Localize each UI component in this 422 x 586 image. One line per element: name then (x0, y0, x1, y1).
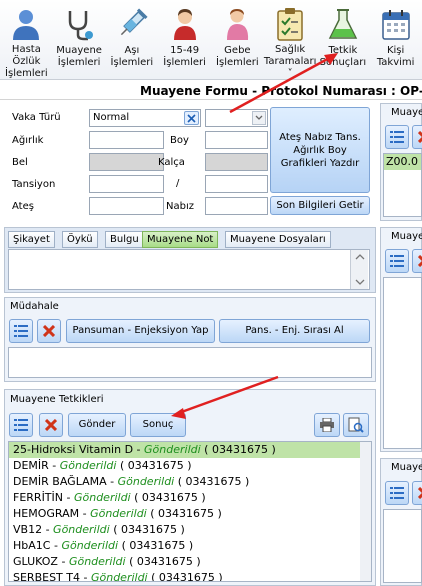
kalca-label: Kalça (158, 157, 185, 168)
mudahale-title: Müdahale (10, 301, 59, 312)
toolbar-gebe[interactable]: Gebe İşlemleri (211, 0, 264, 80)
right-delete-button-3[interactable] (412, 481, 422, 505)
scrollbar[interactable] (350, 250, 368, 289)
right-list-button-1[interactable] (385, 125, 409, 149)
toolbar-muayene[interactable]: Muayene İşlemleri (53, 0, 106, 80)
person-icon (8, 6, 44, 41)
print-charts-button[interactable]: Ateş Nabız Tans. Ağırlık Boy Grafikleri … (270, 107, 370, 193)
boy-input[interactable] (205, 131, 268, 149)
tab-sikayet[interactable]: Şikayet (8, 231, 55, 248)
right-panel-2-title: Muaye (391, 231, 422, 242)
delete-icon (418, 487, 422, 499)
print-button[interactable] (314, 413, 340, 437)
pregnant-woman-icon (219, 6, 255, 42)
table-row[interactable]: 25-Hidroksi Vitamin D - Gönderildi ( 034… (9, 442, 371, 458)
tansiyon-label: Tansiyon (12, 179, 56, 190)
tab-oyku[interactable]: Öykü (62, 231, 98, 248)
right-delete-button-1[interactable] (412, 125, 422, 149)
clear-icon[interactable] (184, 111, 199, 125)
tansiyon-systolic-input[interactable] (89, 175, 164, 193)
right-list-button-2[interactable] (385, 249, 409, 273)
ates-label: Ateş (12, 201, 34, 212)
woman-icon (167, 6, 203, 42)
agirlik-input[interactable] (89, 131, 164, 149)
pansuman-button[interactable]: Pansuman - Enjeksiyon Yap (66, 319, 215, 343)
delete-icon (418, 131, 422, 143)
page-title: Muayene Formu - Protokol Numarası : OP-3… (0, 82, 422, 100)
calendar-icon (378, 6, 414, 42)
stethoscope-icon (61, 6, 97, 42)
tansiyon-diastolic-input[interactable] (205, 175, 268, 193)
ates-input[interactable] (89, 197, 164, 215)
list-button[interactable] (9, 319, 33, 343)
flask-icon (325, 6, 361, 42)
list-item[interactable]: Z00.0 (384, 154, 421, 170)
right-list-3[interactable] (383, 509, 422, 583)
muayene-not-textarea[interactable] (8, 249, 370, 290)
syringe-icon (114, 6, 150, 42)
delete-icon (45, 419, 57, 431)
nabiz-label: Nabız (166, 201, 194, 212)
toolbar-saglik-taramalari[interactable]: Sağlık Taramaları ˅ (264, 0, 317, 80)
delete-icon (418, 255, 422, 267)
bel-input[interactable] (89, 153, 164, 171)
tab-bulgu[interactable]: Bulgu (105, 231, 144, 248)
kalca-input[interactable] (205, 153, 268, 171)
bel-label: Bel (12, 157, 28, 168)
sonuc-button[interactable]: Sonuç (130, 413, 186, 437)
print-preview-icon (348, 417, 364, 433)
tetkik-delete-button[interactable] (39, 413, 63, 437)
chevron-down-icon[interactable] (252, 111, 266, 125)
right-panel-1-title: Muaye (391, 107, 422, 118)
last-info-button[interactable]: Son Bilgileri Getir (270, 196, 370, 215)
right-panel-3-title: Muaye (391, 462, 422, 473)
agirlik-label: Ağırlık (12, 135, 44, 146)
vaka-turu-label: Vaka Türü (12, 112, 61, 123)
toolbar-hasta-ozluk[interactable]: Hasta Özlük İşlemleri (0, 0, 53, 80)
tab-muayene-dosyalari[interactable]: Muayene Dosyaları (225, 231, 331, 248)
nabiz-input[interactable] (205, 197, 268, 215)
pans-sira-button[interactable]: Pans. - Enj. Sırası Al (219, 319, 370, 343)
boy-label: Boy (170, 135, 189, 146)
table-row[interactable]: VB12 - Gönderildi ( 03431675 ) (9, 522, 371, 538)
list-icon (390, 131, 404, 143)
right-delete-button-2[interactable] (412, 249, 422, 273)
tab-muayene-not[interactable]: Muayene Not (142, 231, 219, 248)
tetkik-list-button[interactable] (9, 413, 33, 437)
tetkik-scrollbar[interactable] (360, 442, 371, 581)
main-toolbar: Hasta Özlük İşlemleri Muayene İşlemleri … (0, 0, 422, 80)
table-row[interactable]: FERRİTİN - Gönderildi ( 03431675 ) (9, 490, 371, 506)
right-list-2[interactable] (383, 277, 422, 449)
table-row[interactable]: DEMİR - Gönderildi ( 03431675 ) (9, 458, 371, 474)
clipboard-icon (272, 6, 308, 41)
table-row[interactable]: DEMİR BAĞLAMA - Gönderildi ( 03431675 ) (9, 474, 371, 490)
mudahale-list[interactable] (8, 347, 372, 378)
delete-button[interactable] (37, 319, 61, 343)
tetkik-title: Muayene Tetkikleri (10, 394, 104, 405)
table-row[interactable]: HEMOGRAM - Gönderildi ( 03431675 ) (9, 506, 371, 522)
table-row[interactable]: SERBEST T4 - Gönderildi ( 03431675 ) (9, 570, 371, 581)
printer-icon (320, 418, 334, 432)
right-list-button-3[interactable] (385, 481, 409, 505)
gonder-button[interactable]: Gönder (68, 413, 126, 437)
tansiyon-separator: / (176, 178, 180, 189)
list-icon (14, 419, 28, 431)
toolbar-kisi-takvimi[interactable]: Kişi Takvimi (369, 0, 422, 80)
list-icon (390, 255, 404, 267)
notes-tab-panel: Şikayet Öykü Bulgu Muayene Not Muayene D… (4, 227, 376, 293)
table-row[interactable]: GLUKOZ - Gönderildi ( 03431675 ) (9, 554, 371, 570)
delete-icon (43, 325, 55, 337)
print-preview-button[interactable] (343, 413, 369, 437)
toolbar-tetkik-sonuclari[interactable]: Tetkik Sonuçları (317, 0, 370, 80)
toolbar-asi[interactable]: Aşı İşlemleri (106, 0, 159, 80)
tetkik-list[interactable]: 25-Hidroksi Vitamin D - Gönderildi ( 034… (8, 441, 372, 582)
list-icon (390, 487, 404, 499)
table-row[interactable]: HbA1C - Gönderildi ( 03431675 ) (9, 538, 371, 554)
tani-list[interactable]: Z00.0 (383, 153, 422, 217)
toolbar-15-49[interactable]: 15-49 İşlemleri (158, 0, 211, 80)
list-icon (14, 325, 28, 337)
